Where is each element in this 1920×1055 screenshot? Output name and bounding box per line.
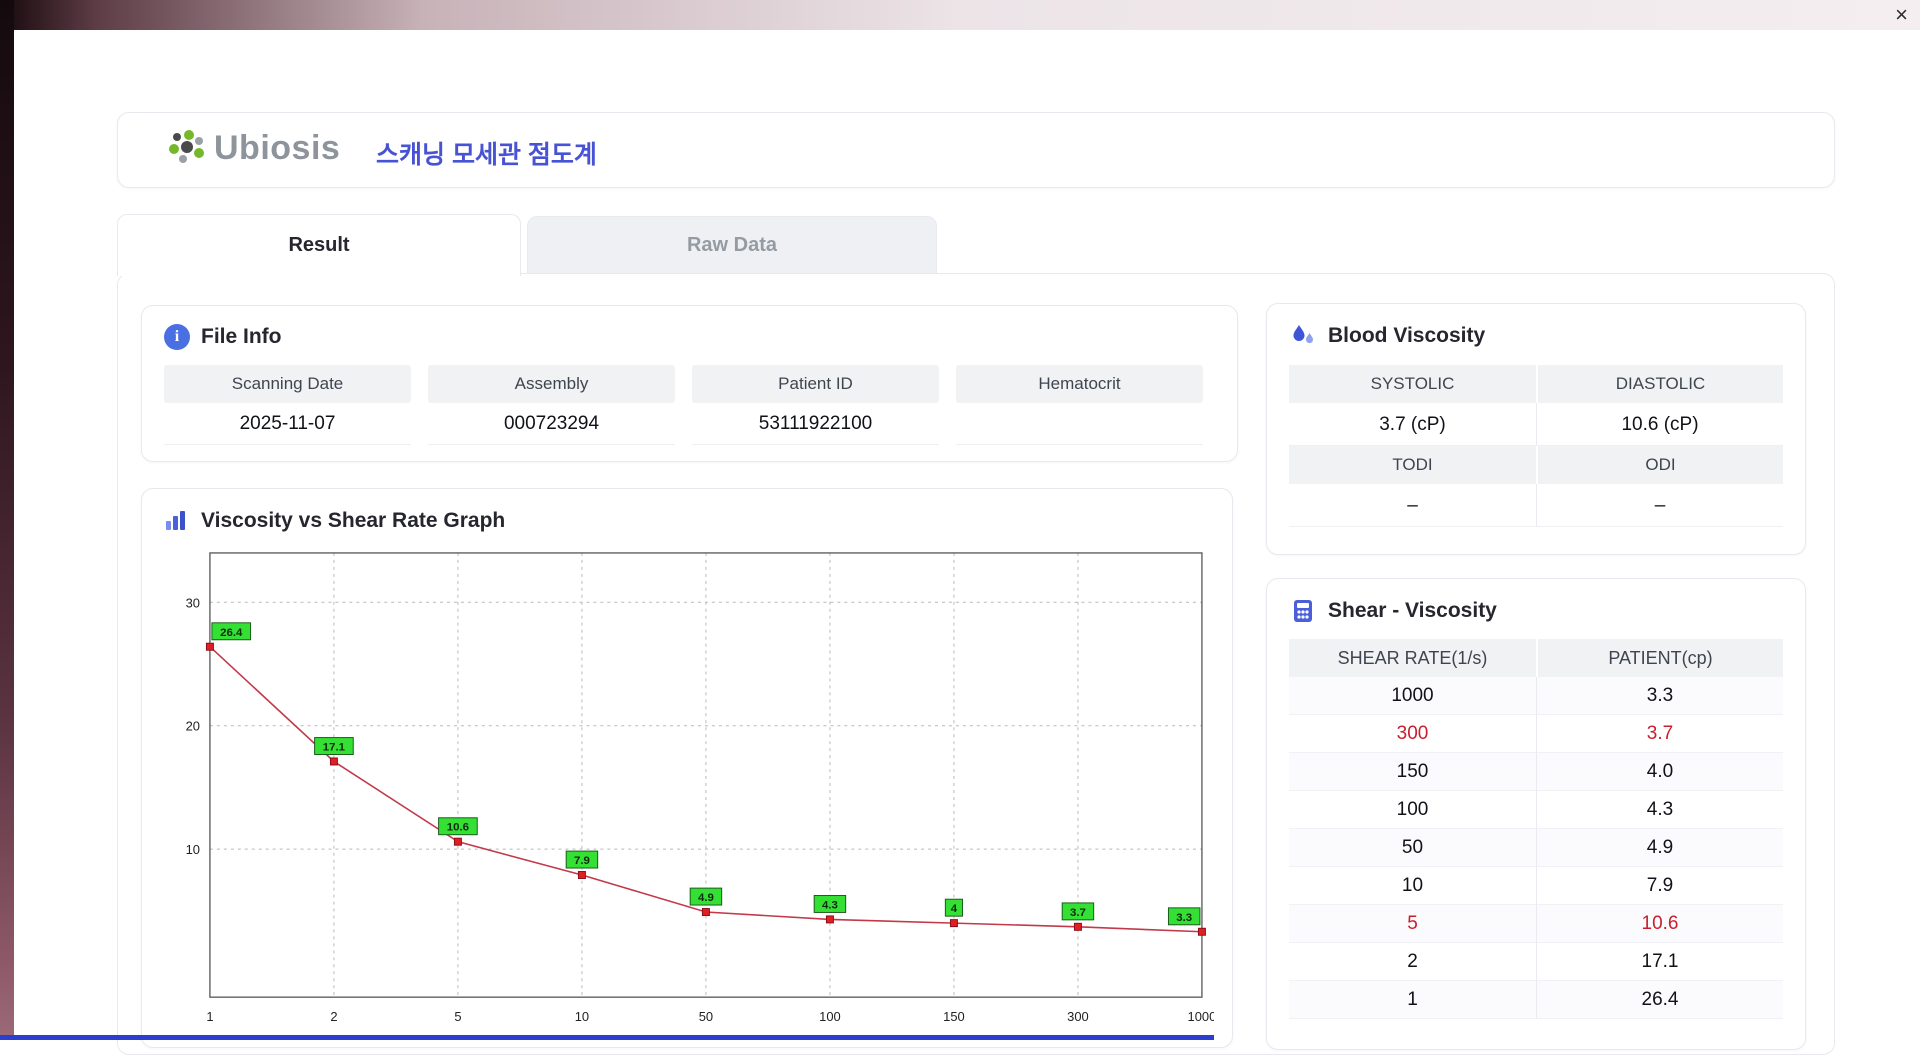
field-hematocrit: Hematocrit [956,365,1203,445]
svg-text:4: 4 [951,903,958,915]
svg-text:30: 30 [186,595,200,610]
shear-rate-cell: 1 [1289,981,1536,1019]
table-row: 50 4.9 [1289,829,1783,867]
patient-cell: 3.3 [1536,677,1783,715]
svg-text:5: 5 [454,1009,461,1024]
logo-dots-icon [166,128,206,168]
svg-text:26.4: 26.4 [220,627,243,639]
file-info-card: File Info Scanning Date 2025-11-07 Assem… [141,305,1238,462]
tab-raw-data[interactable]: Raw Data [527,216,937,273]
field-label: Scanning Date [164,365,411,403]
table-row: 1 26.4 [1289,981,1783,1019]
content-panel: File Info Scanning Date 2025-11-07 Assem… [117,273,1835,1055]
tab-result[interactable]: Result [117,214,521,276]
page-title: 스캐닝 모세관 점도계 [376,135,597,171]
field-label: Hematocrit [956,365,1203,403]
field-assembly: Assembly 000723294 [428,365,675,445]
svg-text:2: 2 [330,1009,337,1024]
svg-text:4.9: 4.9 [698,892,714,904]
diastolic-value: 10.6 (cP) [1536,403,1783,446]
table-row: 10 7.9 [1289,867,1783,905]
graph-card: Viscosity vs Shear Rate Graph 1 2 5 10 50 100… [141,488,1233,1048]
shear-rate-column-header: SHEAR RATE(1/s) [1289,639,1536,677]
odi-value: – [1536,484,1783,527]
info-icon [164,324,190,350]
patient-cell: 4.3 [1536,791,1783,829]
table-row: 2 17.1 [1289,943,1783,981]
shear-rate-cell: 100 [1289,791,1536,829]
blood-viscosity-title: Blood Viscosity [1328,324,1485,348]
shear-viscosity-table: SHEAR RATE(1/s) PATIENT(cp) 1000 3.3 300… [1289,639,1783,1019]
header-card: Ubiosis 스캐닝 모세관 점도계 [117,112,1835,188]
patient-cell: 17.1 [1536,943,1783,981]
calculator-icon [1289,597,1317,625]
blood-viscosity-card: Blood Viscosity SYSTOLIC DIASTOLIC 3.7 (… [1266,303,1806,555]
svg-text:17.1: 17.1 [323,742,346,754]
field-scanning-date: Scanning Date 2025-11-07 [164,365,411,445]
droplet-icon [1289,322,1317,350]
table-header-row: SHEAR RATE(1/s) PATIENT(cp) [1289,639,1783,677]
svg-text:10: 10 [186,842,200,857]
shear-viscosity-title: Shear - Viscosity [1328,599,1497,623]
desktop-top-strip [0,0,1920,30]
svg-text:4.3: 4.3 [822,899,838,911]
patient-cell: 10.6 [1536,905,1783,943]
shear-rate-cell: 10 [1289,867,1536,905]
field-value: 2025-11-07 [164,403,411,445]
viscosity-chart: 1 2 5 10 50 100 150 300 1000 10 20 30 26.4 17.1 10.6 7.… [162,539,1214,1037]
shear-rate-cell: 5 [1289,905,1536,943]
shear-rate-cell: 150 [1289,753,1536,791]
shear-rate-cell: 2 [1289,943,1536,981]
patient-cell: 7.9 [1536,867,1783,905]
app-window: Ubiosis 스캐닝 모세관 점도계 Result Raw Data File… [14,30,1920,1040]
table-row: 100 4.3 [1289,791,1783,829]
shear-rate-cell: 300 [1289,715,1536,753]
svg-text:1000: 1000 [1188,1009,1214,1024]
patient-cell: 4.9 [1536,829,1783,867]
field-patient-id: Patient ID 53111922100 [692,365,939,445]
shear-viscosity-card: Shear - Viscosity SHEAR RATE(1/s) PATIEN… [1266,578,1806,1050]
close-icon[interactable]: × [1895,1,1908,29]
shear-rate-cell: 1000 [1289,677,1536,715]
svg-text:20: 20 [186,719,200,734]
svg-text:150: 150 [943,1009,965,1024]
field-value: 000723294 [428,403,675,445]
todi-value: – [1289,484,1536,527]
odi-header: ODI [1536,446,1783,484]
svg-text:7.9: 7.9 [574,855,590,867]
field-label: Assembly [428,365,675,403]
systolic-value: 3.7 (cP) [1289,403,1536,446]
svg-text:10: 10 [575,1009,589,1024]
patient-cell: 3.7 [1536,715,1783,753]
table-row: 1000 3.3 [1289,677,1783,715]
svg-text:3.7: 3.7 [1070,907,1086,919]
bottom-accent-bar [0,1035,1214,1040]
diastolic-header: DIASTOLIC [1536,365,1783,403]
blood-viscosity-table: SYSTOLIC DIASTOLIC 3.7 (cP) 10.6 (cP) TO… [1289,365,1783,527]
app-logo: Ubiosis [166,128,340,168]
shear-rate-cell: 50 [1289,829,1536,867]
field-value [956,403,1203,445]
desktop-left-strip [0,0,14,1040]
table-row: 5 10.6 [1289,905,1783,943]
patient-cell: 4.0 [1536,753,1783,791]
svg-text:100: 100 [819,1009,841,1024]
svg-text:3.3: 3.3 [1176,912,1192,924]
table-row: 150 4.0 [1289,753,1783,791]
svg-text:1: 1 [206,1009,213,1024]
file-info-title: File Info [201,325,282,349]
field-label: Patient ID [692,365,939,403]
field-value: 53111922100 [692,403,939,445]
svg-text:50: 50 [699,1009,713,1024]
todi-header: TODI [1289,446,1536,484]
svg-text:300: 300 [1067,1009,1089,1024]
table-row: 300 3.7 [1289,715,1783,753]
patient-cell: 26.4 [1536,981,1783,1019]
patient-column-header: PATIENT(cp) [1536,639,1783,677]
graph-title: Viscosity vs Shear Rate Graph [201,509,505,533]
systolic-header: SYSTOLIC [1289,365,1536,403]
bar-chart-icon [162,507,190,535]
svg-text:10.6: 10.6 [447,822,469,834]
logo-text: Ubiosis [214,129,340,168]
